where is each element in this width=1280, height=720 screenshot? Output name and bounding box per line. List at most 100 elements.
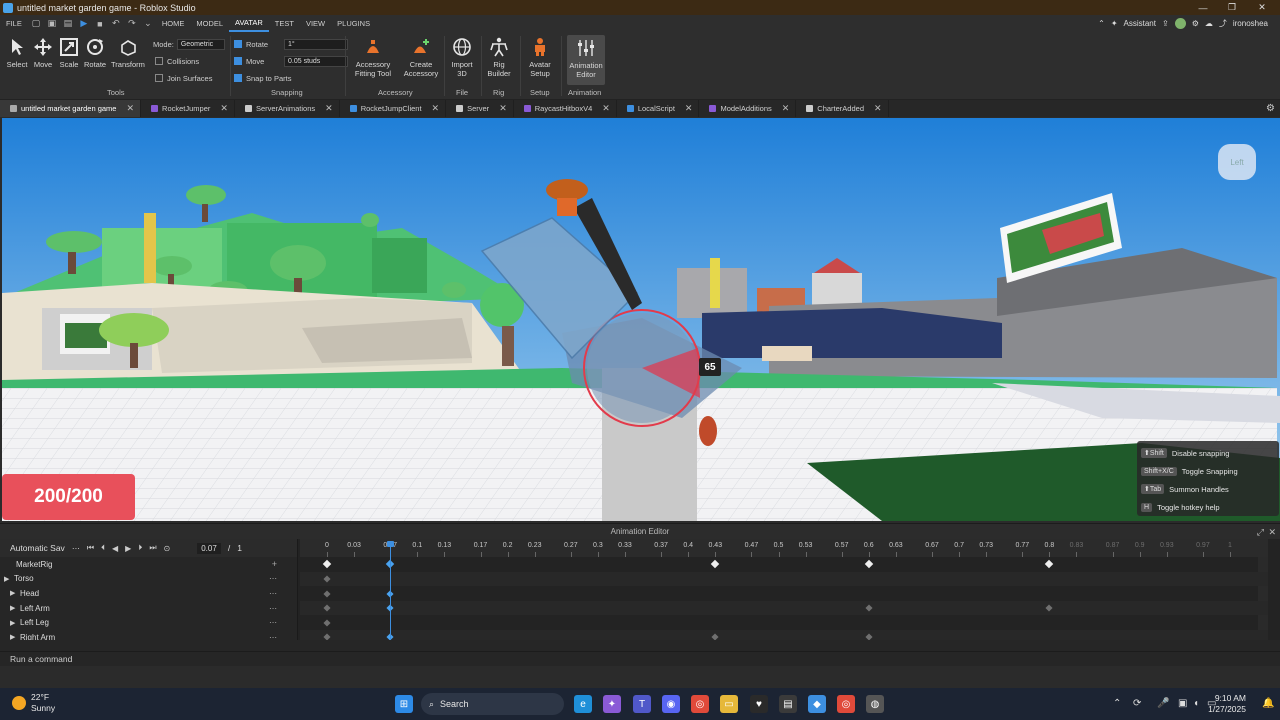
playhead-scrubber[interactable] — [387, 541, 395, 649]
track-head[interactable]: ▶ Head ⋯ — [0, 586, 297, 601]
scale-tool-button[interactable]: Scale — [58, 36, 80, 69]
track-options-icon[interactable]: ⋯ — [269, 574, 277, 583]
track-left-arm[interactable]: ▶ Left Arm ⋯ — [0, 601, 297, 616]
tab-close-icon[interactable]: ✕ — [126, 103, 134, 114]
keyframe-lane[interactable] — [300, 600, 1268, 616]
tray-chevron-icon[interactable]: ⌃ — [1113, 698, 1121, 709]
view-cube[interactable]: Left — [1218, 144, 1256, 180]
transform-tool-button[interactable]: Transform — [111, 36, 145, 69]
popout-icon[interactable]: ⤢ — [1257, 524, 1264, 540]
notification-bell-icon[interactable]: 🔔 — [1262, 698, 1274, 709]
save-icon[interactable]: ▤ — [62, 18, 74, 30]
command-input[interactable]: Run a command — [10, 654, 72, 664]
notifications-icon[interactable]: ⚙ — [1192, 19, 1199, 28]
roblox-studio-taskbar-icon[interactable]: ◆ — [808, 695, 826, 713]
join-surfaces-checkbox[interactable] — [155, 74, 163, 82]
rig-builder-button[interactable]: Rig Builder — [485, 36, 513, 78]
current-time-input[interactable]: 0.07 — [197, 542, 221, 554]
select-tool-button[interactable]: Select — [6, 36, 28, 69]
mode-dropdown[interactable]: Geometric — [176, 38, 225, 50]
tab-close-icon[interactable]: ✕ — [782, 103, 790, 114]
expand-arrow-icon[interactable]: ▶ — [10, 604, 20, 612]
volume-icon[interactable]: ◖ — [1193, 698, 1199, 709]
move-tool-button[interactable]: Move — [32, 36, 54, 69]
track-options-icon[interactable]: ⋯ — [269, 604, 277, 613]
tab-close-icon[interactable]: ✕ — [685, 103, 693, 114]
collaborator-avatar[interactable] — [1174, 18, 1186, 29]
accessory-fitting-tool-button[interactable]: Accessory Fitting Tool — [353, 36, 393, 78]
share-icon[interactable]: ⇪ — [1162, 19, 1169, 28]
tab-rocketjumpclient[interactable]: RocketJumpClient ✕ — [340, 100, 447, 117]
collisions-checkbox[interactable] — [155, 57, 163, 65]
move-snap-checkbox[interactable] — [234, 57, 242, 65]
loop-icon[interactable]: ⊙ — [164, 544, 171, 553]
taskbar-search[interactable]: ⌕ Search — [421, 693, 564, 715]
misc-app-icon[interactable]: ◍ — [866, 695, 884, 713]
app-heart-icon[interactable]: ♥ — [750, 695, 768, 713]
add-track-icon[interactable]: + — [272, 559, 277, 569]
tab-raycasthitboxv4[interactable]: RaycastHitboxV4 ✕ — [514, 100, 617, 117]
join-surfaces-row[interactable]: Join Surfaces — [155, 72, 212, 84]
menu-file[interactable]: FILE — [0, 15, 28, 32]
file-explorer-icon[interactable]: ▭ — [720, 695, 738, 713]
animation-editor-button[interactable]: Animation Editor — [567, 35, 605, 85]
cloud-icon[interactable]: ☁ — [1205, 19, 1213, 28]
time-ruler[interactable]: 00.030.070.10.130.170.20.230.270.30.330.… — [300, 539, 1268, 557]
command-bar[interactable]: Run a command — [0, 651, 1280, 666]
taskbar-clock[interactable]: 9:10 AM 1/27/2025 — [1208, 693, 1246, 715]
expand-arrow-icon[interactable]: ▶ — [10, 619, 20, 627]
track-options-icon[interactable]: ⋯ — [269, 618, 277, 627]
rotate-snap-checkbox[interactable] — [234, 40, 242, 48]
rotate-tool-button[interactable]: Rotate — [84, 36, 106, 69]
import-3d-button[interactable]: Import 3D — [448, 36, 476, 78]
tab-server[interactable]: Server ✕ — [446, 100, 514, 117]
tab-close-icon[interactable]: ✕ — [325, 103, 333, 114]
redo-icon[interactable]: ↷ — [126, 18, 138, 30]
terminal-icon[interactable]: ▤ — [779, 695, 797, 713]
chrome-profile-icon[interactable]: ◎ — [837, 695, 855, 713]
rotate-snap-input[interactable]: 1° — [284, 38, 348, 50]
tab-serveranimations[interactable]: ServerAnimations ✕ — [235, 100, 340, 117]
expand-arrow-icon[interactable]: ▶ — [10, 589, 20, 597]
tab-charteradded[interactable]: CharterAdded ✕ — [796, 100, 889, 117]
discord-icon[interactable]: ◉ — [662, 695, 680, 713]
chrome-icon[interactable]: ◎ — [691, 695, 709, 713]
play-icon[interactable]: ▶ — [125, 544, 131, 553]
skip-to-end-icon[interactable]: ⏭ — [149, 543, 156, 553]
weather-widget[interactable]: 22°F Sunny — [12, 692, 55, 714]
undo-icon[interactable]: ↶ — [110, 18, 122, 30]
keyframe-lane[interactable] — [300, 571, 1268, 587]
mic-icon[interactable]: 🎤 — [1157, 698, 1169, 709]
snap-to-parts-row[interactable]: Snap to Parts — [234, 72, 291, 84]
tab-close-icon[interactable]: ✕ — [874, 103, 882, 114]
avatar-setup-button[interactable]: Avatar Setup — [525, 36, 555, 78]
tab-untitled-market-garden-game[interactable]: untitled market garden game ✕ — [0, 100, 142, 117]
snap-to-parts-checkbox[interactable] — [234, 74, 242, 82]
share-link-icon[interactable]: ⤴ — [1219, 18, 1227, 29]
network-icon[interactable]: ▣ — [1178, 698, 1187, 709]
track-options-icon[interactable]: ⋯ — [269, 589, 277, 598]
create-accessory-button[interactable]: Create Accessory — [401, 36, 441, 78]
move-snap-input[interactable]: 0.05 studs — [284, 55, 348, 67]
3d-viewport[interactable]: 200/200 65 Left ⬆Shift Disable snapping Sh… — [2, 118, 1280, 521]
skip-to-start-icon[interactable]: ⏮ — [87, 543, 94, 553]
new-file-icon[interactable]: ▢ — [30, 18, 42, 30]
menu-model[interactable]: MODEL — [190, 15, 229, 32]
menu-home[interactable]: HOME — [156, 15, 191, 32]
more-options-icon[interactable]: ⋯ — [72, 544, 80, 553]
keyframe-lane[interactable] — [300, 586, 1268, 601]
timeline-scroll-area[interactable] — [0, 640, 1280, 651]
tab-close-icon[interactable]: ✕ — [432, 103, 440, 114]
menu-avatar[interactable]: AVATAR — [229, 15, 269, 32]
minimize-button[interactable]: — — [1189, 0, 1217, 15]
expand-arrow-icon[interactable]: ▶ — [4, 575, 14, 583]
collisions-row[interactable]: Collisions — [155, 55, 199, 67]
timeline[interactable]: 00.030.070.10.130.170.20.230.270.30.330.… — [300, 539, 1268, 651]
edge-icon[interactable]: e — [574, 695, 592, 713]
sync-icon[interactable]: ⟳ — [1133, 698, 1141, 709]
assistant-icon[interactable]: ✦ — [1111, 19, 1118, 28]
step-forward-icon[interactable]: ⏵ — [138, 543, 142, 553]
customize-chevron-icon[interactable]: ⌄ — [142, 18, 154, 30]
track-marketrig[interactable]: MarketRig + — [0, 557, 297, 572]
track-torso[interactable]: ▶ Torso ⋯ — [0, 572, 297, 587]
